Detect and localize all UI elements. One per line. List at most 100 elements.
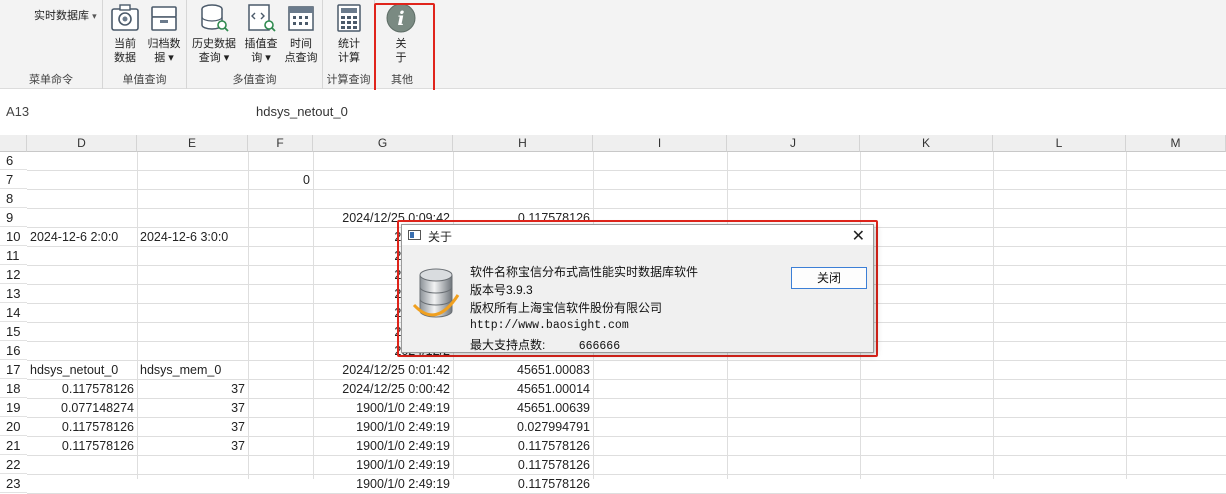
row-header-14[interactable]: 14 [0, 304, 27, 322]
row-header-20[interactable]: 20 [0, 418, 27, 436]
history-data-query-button[interactable]: 历史数据 查询 ▾ [189, 2, 239, 65]
cell-d18[interactable]: 0.117578126 [27, 380, 137, 398]
row-header-19[interactable]: 19 [0, 399, 27, 417]
dropdown-arrow-icon: ▾ [92, 11, 97, 21]
column-header-h[interactable]: H [453, 135, 593, 152]
ribbon: 实时数据库 ▾ 菜单命令 当前 数据 归档数 据 ▾ 单值查询 历史数据 查询 … [0, 0, 1226, 89]
interpolation-label-1: 插值查 [244, 38, 278, 50]
name-box[interactable]: A13 [6, 104, 29, 119]
ribbon-group-label: 菜单命令 [29, 74, 73, 86]
statistics-calc-button[interactable]: 统计 计算 [330, 2, 368, 65]
grid-line [27, 208, 1226, 209]
row-header-9[interactable]: 9 [0, 209, 27, 227]
grid-line [27, 455, 1226, 456]
cell-d19[interactable]: 0.077148274 [27, 399, 137, 417]
cell-e20[interactable]: 37 [137, 418, 248, 436]
row-header-23[interactable]: 23 [0, 475, 27, 493]
cell-g19[interactable]: 1900/1/0 2:49:19 [313, 399, 453, 417]
row-header-11[interactable]: 11 [0, 247, 27, 265]
statistics-label-1: 统计 [338, 38, 360, 50]
realtime-db-menu-label: 实时数据库 [34, 10, 89, 22]
grid-line [27, 474, 1226, 475]
row-header-12[interactable]: 12 [0, 266, 27, 284]
ribbon-group-menu: 实时数据库 ▾ 菜单命令 [0, 0, 103, 89]
dialog-titlebar[interactable]: 关于 ✕ [402, 225, 873, 245]
cell-h17[interactable]: 45651.00083 [453, 361, 593, 379]
cell-g21[interactable]: 1900/1/0 2:49:19 [313, 437, 453, 455]
formula-bar: A13 hdsys_netout_0 [0, 90, 1226, 134]
row-header-17[interactable]: 17 [0, 361, 27, 379]
ribbon-group-single-query: 当前 数据 归档数 据 ▾ 单值查询 [103, 0, 187, 89]
history-data-label-2: 查询 ▾ [198, 52, 230, 64]
cell-g23[interactable]: 1900/1/0 2:49:19 [313, 475, 453, 493]
row-header-22[interactable]: 22 [0, 456, 27, 474]
formula-input[interactable]: hdsys_netout_0 [256, 104, 348, 119]
cell-e17[interactable]: hdsys_mem_0 [137, 361, 297, 379]
row-header-21[interactable]: 21 [0, 437, 27, 455]
cell-h21[interactable]: 0.117578126 [453, 437, 593, 455]
cell-d21[interactable]: 0.117578126 [27, 437, 137, 455]
about-dialog: 关于 ✕ 软件名称宝信分布式高性能实时数据库软件 版本号3.9.3 版权所有上海… [401, 224, 874, 353]
about-highlight-box [374, 3, 435, 95]
ribbon-group-label: 单值查询 [122, 74, 167, 86]
database-search-icon [201, 4, 229, 32]
cell-d20[interactable]: 0.117578126 [27, 418, 137, 436]
cell-e19[interactable]: 37 [137, 399, 248, 417]
code-document-search-icon [248, 4, 276, 32]
row-header-8[interactable]: 8 [0, 190, 27, 208]
column-header-m[interactable]: M [1126, 135, 1226, 152]
copyright-text: 版权所有上海宝信软件股份有限公司 [470, 301, 663, 315]
cell-e10[interactable]: 2024-12-6 3:0:0 [137, 228, 297, 246]
column-header-k[interactable]: K [860, 135, 993, 152]
row-header-6[interactable]: 6 [0, 152, 27, 170]
cell-h18[interactable]: 45651.00014 [453, 380, 593, 398]
row-header-15[interactable]: 15 [0, 323, 27, 341]
row-header-10[interactable]: 10 [0, 228, 27, 246]
archive-data-label-2: 据 ▾ [154, 52, 174, 64]
column-header-f[interactable]: F [248, 135, 313, 152]
select-all-corner[interactable] [0, 135, 27, 152]
column-header-j[interactable]: J [727, 135, 860, 152]
cell-h20[interactable]: 0.027994791 [453, 418, 593, 436]
cell-g17[interactable]: 2024/12/25 0:01:42 [313, 361, 453, 379]
ribbon-group-multi-query: 历史数据 查询 ▾ 插值查 询 ▾ 时间 点查询 多值查询 [187, 0, 323, 89]
cell-h19[interactable]: 45651.00639 [453, 399, 593, 417]
cell-h23[interactable]: 0.117578126 [453, 475, 593, 493]
interpolation-label-2: 询 ▾ [251, 52, 271, 64]
row-header-18[interactable]: 18 [0, 380, 27, 398]
column-header-l[interactable]: L [993, 135, 1126, 152]
close-icon[interactable]: ✕ [852, 226, 865, 246]
calendar-icon [288, 6, 314, 31]
statistics-label-2: 计算 [338, 52, 360, 64]
cell-g22[interactable]: 1900/1/0 2:49:19 [313, 456, 453, 474]
archive-data-button[interactable]: 归档数 据 ▾ [143, 2, 185, 65]
column-header-d[interactable]: D [27, 135, 137, 152]
realtime-db-menu-button[interactable]: 实时数据库 ▾ [34, 7, 97, 23]
cell-e21[interactable]: 37 [137, 437, 248, 455]
timepoint-query-button[interactable]: 时间 点查询 [281, 2, 321, 65]
interpolation-query-button[interactable]: 插值查 询 ▾ [240, 2, 282, 65]
cell-g20[interactable]: 1900/1/0 2:49:19 [313, 418, 453, 436]
cell-f7[interactable]: 0 [248, 171, 313, 189]
column-header-i[interactable]: I [593, 135, 727, 152]
cell-h22[interactable]: 0.117578126 [453, 456, 593, 474]
column-header-e[interactable]: E [137, 135, 248, 152]
timepoint-label-1: 时间 [290, 38, 312, 50]
current-data-label-1: 当前 [114, 38, 136, 50]
current-data-button[interactable]: 当前 数据 [106, 2, 144, 65]
database-server-icon [412, 268, 460, 318]
row-header-16[interactable]: 16 [0, 342, 27, 360]
row-header-13[interactable]: 13 [0, 285, 27, 303]
current-data-label-2: 数据 [114, 52, 136, 64]
dialog-title: 关于 [428, 230, 453, 244]
cell-g18[interactable]: 2024/12/25 0:00:42 [313, 380, 453, 398]
ribbon-group-label: 计算查询 [326, 74, 371, 86]
cell-e18[interactable]: 37 [137, 380, 248, 398]
window-icon [408, 230, 421, 240]
column-header-g[interactable]: G [313, 135, 453, 152]
row-header-7[interactable]: 7 [0, 171, 27, 189]
website-url-text: http://www.baosight.com [470, 319, 629, 332]
close-button[interactable]: 关闭 [791, 267, 867, 289]
max-points-value: 666666 [578, 340, 621, 353]
grid-line [1126, 152, 1127, 479]
